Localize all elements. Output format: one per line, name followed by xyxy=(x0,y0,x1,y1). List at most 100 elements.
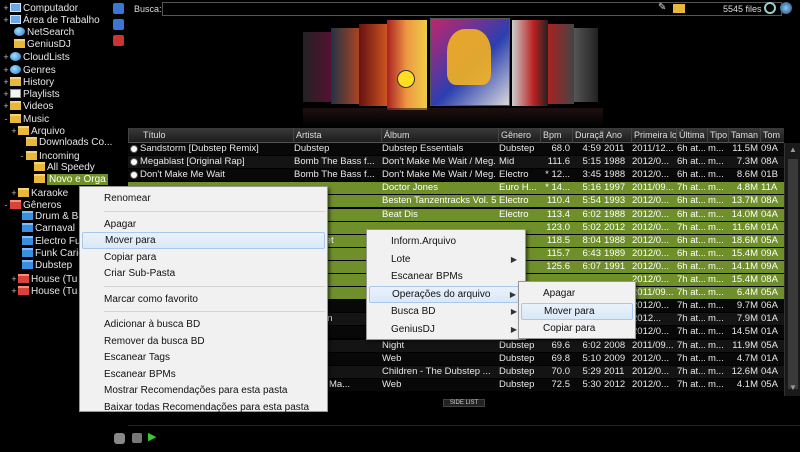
album-cover-left-2[interactable] xyxy=(359,24,387,106)
menu-item[interactable]: Escanear BPMs xyxy=(82,366,325,383)
track-list-scrollbar[interactable]: ▲ ▼ xyxy=(784,143,800,396)
album-cover-left-1[interactable] xyxy=(387,20,427,110)
side-list-button[interactable]: SIDE LIST xyxy=(443,399,485,407)
star-add-icon[interactable] xyxy=(113,19,124,30)
expand-icon[interactable]: + xyxy=(2,100,10,112)
star-icon[interactable] xyxy=(113,3,124,14)
menu-item[interactable]: Adicionar à busca BD xyxy=(82,316,325,333)
column-header[interactable]: Artista xyxy=(293,128,381,143)
table-row[interactable]: Sandstorm [Dubstep Remix] Dubstep Dubstep … xyxy=(128,143,784,155)
star-remove-icon[interactable] xyxy=(113,35,124,46)
table-row[interactable]: Megablast [Original Rap] Bomb The Bass f.… xyxy=(128,156,784,169)
expand-icon[interactable]: + xyxy=(2,88,10,100)
expand-icon[interactable]: + xyxy=(2,51,10,63)
tree-item[interactable]: GeniusDJ xyxy=(6,38,71,51)
tree-item[interactable]: Carnaval xyxy=(14,223,75,235)
collapse-icon[interactable]: - xyxy=(18,150,26,162)
tree-item[interactable]: NetSearch xyxy=(6,26,74,39)
album-cover-left-4[interactable] xyxy=(303,32,331,102)
tree-item[interactable]: + Videos xyxy=(2,100,53,112)
expand-icon[interactable]: + xyxy=(10,285,18,297)
menu-item[interactable]: Mover para xyxy=(82,232,325,249)
tree-item[interactable]: + Computador xyxy=(2,2,78,14)
column-header[interactable]: Última xyxy=(676,128,707,143)
column-header[interactable]: Taman xyxy=(728,128,760,143)
column-header[interactable]: Álbum xyxy=(381,128,498,143)
tree-item[interactable]: - Music xyxy=(2,113,49,125)
table-row[interactable]: Don't Make Me Wait Bomb The Bass f... Don'… xyxy=(128,169,784,182)
menu-item[interactable]: Apagar xyxy=(521,285,633,302)
tree-item[interactable]: - Incoming xyxy=(18,150,80,162)
tree-item[interactable]: + Genres xyxy=(2,64,56,76)
expand-icon[interactable]: + xyxy=(10,187,18,199)
album-cover-left-3[interactable] xyxy=(331,28,359,104)
menu-item[interactable]: Escanear Tags xyxy=(82,349,325,366)
cover-flow[interactable] xyxy=(128,18,800,128)
tree-item[interactable]: + Playlists xyxy=(2,88,60,100)
tree-item[interactable]: Electro Fun xyxy=(14,235,86,248)
play-icon[interactable]: ▶ xyxy=(148,430,156,443)
tree-item[interactable]: - Gêneros xyxy=(2,199,61,211)
menu-item[interactable]: Apagar xyxy=(82,216,325,233)
expand-icon[interactable]: + xyxy=(2,2,10,14)
column-header[interactable]: Ano xyxy=(603,128,631,143)
album-cover-right-2[interactable] xyxy=(548,24,574,104)
album-cover-center[interactable] xyxy=(430,18,510,106)
column-header[interactable]: Tipo xyxy=(707,128,728,143)
table-cell: 14.0M xyxy=(731,208,758,220)
menu-item[interactable]: Renomear xyxy=(82,190,325,207)
magic-wand-icon[interactable]: ✎ xyxy=(658,2,670,14)
expand-icon[interactable]: + xyxy=(2,64,10,76)
folder-icon[interactable] xyxy=(673,4,685,13)
menu-item[interactable]: Criar Sub-Pasta xyxy=(82,265,325,282)
settings-icon[interactable] xyxy=(132,433,142,443)
menu-item[interactable]: Busca BD ▶ xyxy=(369,303,523,320)
collapse-icon[interactable]: - xyxy=(2,199,10,211)
column-header[interactable]: Gênero xyxy=(498,128,540,143)
menu-item[interactable]: Lote ▶ xyxy=(369,251,523,268)
expand-icon[interactable]: + xyxy=(10,273,18,285)
tree-item[interactable]: + Karaoke xyxy=(10,187,68,199)
column-header[interactable]: Tom xyxy=(760,128,784,143)
scrollbar-thumb[interactable] xyxy=(788,159,798,389)
expand-icon[interactable]: + xyxy=(10,125,18,137)
tree-item[interactable]: + Arquivo xyxy=(10,125,65,137)
lock-icon[interactable] xyxy=(114,433,125,444)
globe-icon[interactable] xyxy=(780,2,792,14)
tree-item[interactable]: + House (Tu xyxy=(10,285,77,297)
menu-item[interactable]: Mover para xyxy=(521,302,633,320)
menu-item[interactable]: GeniusDJ ▶ xyxy=(369,321,523,338)
menu-item[interactable]: Remover da busca BD xyxy=(82,333,325,350)
menu-item[interactable]: Marcar como favorito xyxy=(82,291,325,308)
menu-item[interactable]: Mostrar Recomendações para esta pasta xyxy=(82,382,325,399)
scroll-up-icon[interactable]: ▲ xyxy=(788,145,798,155)
tree-item[interactable]: + CloudLists xyxy=(2,51,70,63)
scroll-down-icon[interactable]: ▼ xyxy=(788,383,798,393)
menu-item[interactable]: Operações do arquivo ▶ xyxy=(369,285,523,303)
tree-item[interactable]: Funk Carioc xyxy=(14,248,89,260)
collapse-icon[interactable]: - xyxy=(2,113,10,125)
tree-item[interactable]: + Área de Trabalho xyxy=(2,14,100,26)
tree-item[interactable]: All Speedy xyxy=(26,161,95,174)
tree-item[interactable]: + History xyxy=(2,76,54,88)
tree-item[interactable]: Novo e Orga xyxy=(26,174,108,186)
menu-item[interactable]: Inform.Arquivo xyxy=(369,233,523,250)
column-header[interactable]: Bpm xyxy=(540,128,572,143)
column-header[interactable]: Duraçã xyxy=(572,128,603,143)
menu-item[interactable]: Copiar para xyxy=(521,320,633,337)
eye-icon[interactable] xyxy=(764,2,776,14)
tree-item[interactable]: Dubstep xyxy=(14,260,72,272)
column-header[interactable]: Primeira lo xyxy=(631,128,676,143)
album-cover-right-3[interactable] xyxy=(574,28,598,102)
tree-item[interactable]: Drum & Ba xyxy=(14,211,84,223)
expand-icon[interactable]: + xyxy=(2,14,10,26)
column-header[interactable]: Título xyxy=(128,128,293,143)
tree-item[interactable]: Downloads Co... xyxy=(18,137,112,149)
expand-icon[interactable]: + xyxy=(2,76,10,88)
tree-item[interactable]: + House (Tu xyxy=(10,273,77,285)
menu-item[interactable]: Escanear BPMs xyxy=(369,268,523,285)
album-cover-right-1[interactable] xyxy=(512,20,548,106)
menu-item[interactable]: Copiar para xyxy=(82,249,325,266)
search-input[interactable] xyxy=(162,2,782,16)
menu-item[interactable]: Baixar todas Recomendações para esta pas… xyxy=(82,399,325,416)
